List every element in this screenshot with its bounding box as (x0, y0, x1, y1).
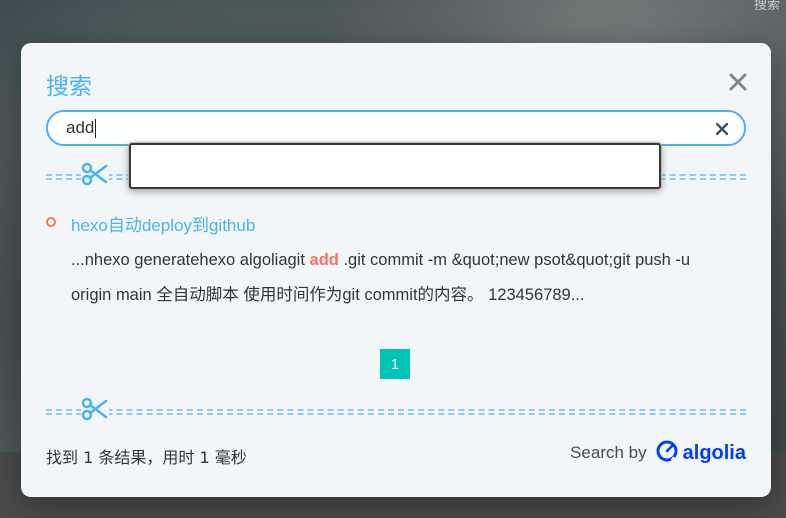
algolia-icon (655, 439, 679, 467)
close-button[interactable] (723, 68, 753, 98)
result-snippet: ...nhexo generatehexo algoliagit add .gi… (71, 243, 731, 313)
page-button-current[interactable]: 1 (380, 349, 410, 379)
result-bullet-icon (46, 217, 56, 227)
scissors-icon (81, 160, 109, 188)
corner-search-text: 搜索 (753, 0, 780, 13)
scissors-icon (81, 395, 109, 423)
algolia-wordmark: algolia (682, 441, 746, 464)
snippet-keyword: add (309, 251, 339, 269)
result-title-link[interactable]: hexo自动deploy到github (71, 211, 255, 236)
search-input[interactable] (66, 112, 666, 144)
search-dialog: 搜索 hexo自动deploy到github ...nhexo genera (21, 43, 771, 497)
dialog-title: 搜索 (46, 74, 92, 100)
algolia-logo: algolia (655, 439, 746, 467)
text-caret (95, 119, 96, 138)
snippet-before: ...nhexo generatehexo algoliagit (71, 251, 310, 269)
close-icon (728, 68, 748, 98)
search-stats: 找到 1 条结果，用时 1 毫秒 (46, 448, 247, 467)
autocomplete-popup[interactable] (129, 143, 661, 189)
divider-bottom (46, 395, 746, 423)
clear-search-button[interactable] (715, 116, 729, 140)
search-box (46, 110, 746, 146)
powered-by-link[interactable]: Search by algolia (570, 439, 746, 467)
clear-icon (715, 119, 729, 140)
powered-by-label: Search by (570, 443, 647, 462)
